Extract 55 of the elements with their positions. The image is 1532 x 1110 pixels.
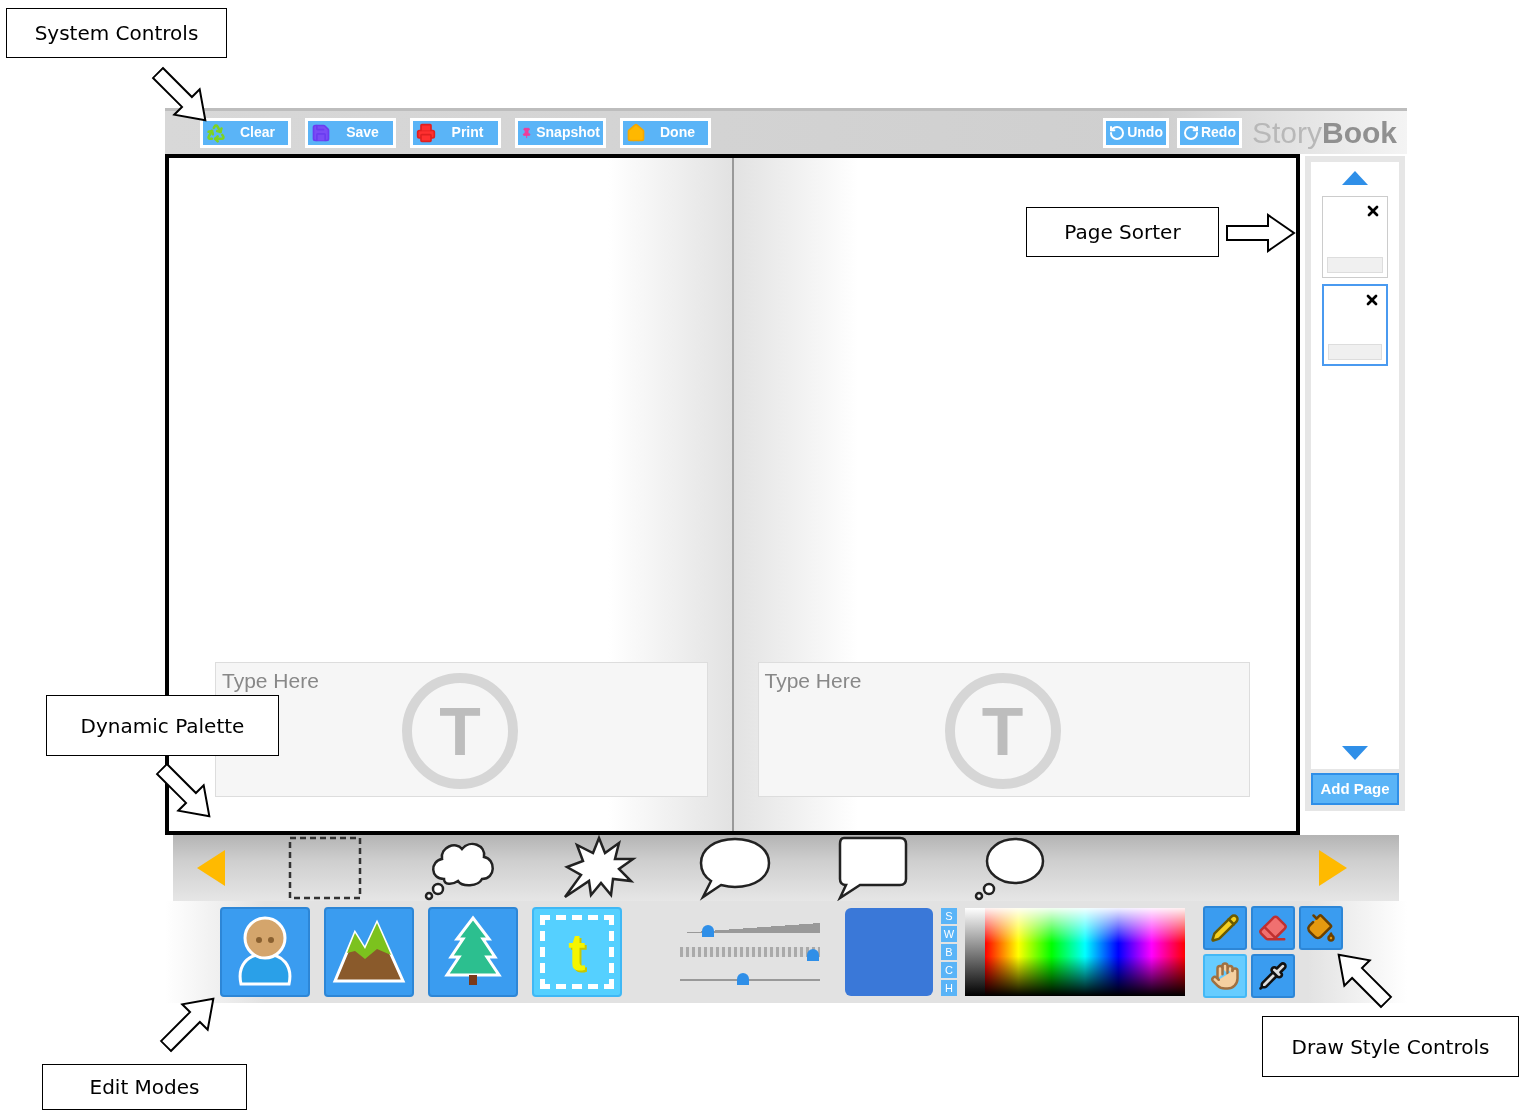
toolbar-button[interactable]: Print (410, 117, 501, 148)
dashed-frame-icon[interactable] (287, 835, 364, 901)
thumbnail-text-box (1327, 257, 1383, 273)
callout-label: System Controls (6, 8, 227, 58)
paint-bucket-icon (1306, 913, 1336, 943)
page-thumbnail[interactable] (1322, 284, 1388, 366)
add-page-button[interactable]: Add Page (1311, 773, 1399, 805)
callout-label: Edit Modes (42, 1064, 247, 1110)
page-thumbnail[interactable] (1322, 196, 1388, 278)
edit-mode-button[interactable] (324, 907, 414, 997)
callout-label: Dynamic Palette (46, 695, 279, 756)
text-input[interactable]: Type Here (758, 663, 919, 695)
watermark-letter: T (981, 697, 1024, 765)
toolbar-button[interactable]: Snapshot (515, 117, 606, 148)
color-spectrum[interactable] (965, 908, 1185, 996)
watermark-letter: T (439, 697, 481, 765)
callout-label: Draw Style Controls (1262, 1016, 1519, 1077)
slider-thumb[interactable] (807, 949, 819, 961)
color-mode-button[interactable]: H (941, 980, 957, 996)
color-mode-button[interactable]: C (941, 962, 957, 978)
edit-mode-button[interactable] (220, 907, 310, 997)
mountain-icon (331, 919, 407, 985)
text-input[interactable]: Type Here (216, 663, 376, 695)
text-box[interactable]: T Type Here (757, 662, 1250, 797)
draw-tool-button[interactable] (1251, 954, 1295, 998)
callout-label: Page Sorter (1026, 207, 1219, 257)
color-mode-button[interactable]: B (941, 944, 957, 960)
slider-thumb[interactable] (737, 973, 749, 985)
callout-arrow (1226, 213, 1296, 253)
edit-mode-button[interactable]: t (532, 907, 622, 997)
toolbar-button[interactable]: Redo (1176, 117, 1242, 148)
toolbar-button[interactable]: Save (305, 117, 396, 148)
toolbar-button[interactable]: Done (620, 117, 711, 148)
redo-icon (1182, 124, 1199, 141)
letter-t: t (568, 926, 586, 978)
delete-icon[interactable] (1365, 203, 1381, 219)
undo-icon (1109, 124, 1126, 141)
scroll-down-icon[interactable] (1341, 745, 1369, 761)
slider-thumb[interactable] (702, 925, 714, 937)
delete-icon[interactable] (1364, 292, 1380, 308)
current-color-swatch[interactable] (845, 908, 933, 996)
toolbar-button[interactable]: Undo (1103, 117, 1169, 148)
color-mode-button[interactable]: S (941, 908, 957, 924)
scroll-up-icon[interactable] (1341, 170, 1369, 186)
toolbar-button[interactable]: Clear (200, 117, 291, 148)
printer-icon (416, 122, 436, 143)
house-icon (626, 122, 646, 143)
edit-mode-button[interactable] (428, 907, 518, 997)
pencil-icon (1210, 913, 1240, 943)
eraser-icon (1258, 913, 1288, 943)
recycle-icon (206, 122, 226, 143)
color-mode-button[interactable]: W (941, 926, 957, 942)
hand-icon (1210, 961, 1240, 991)
thumbnail-text-box (1328, 344, 1382, 360)
eyedropper-icon (1258, 961, 1288, 991)
